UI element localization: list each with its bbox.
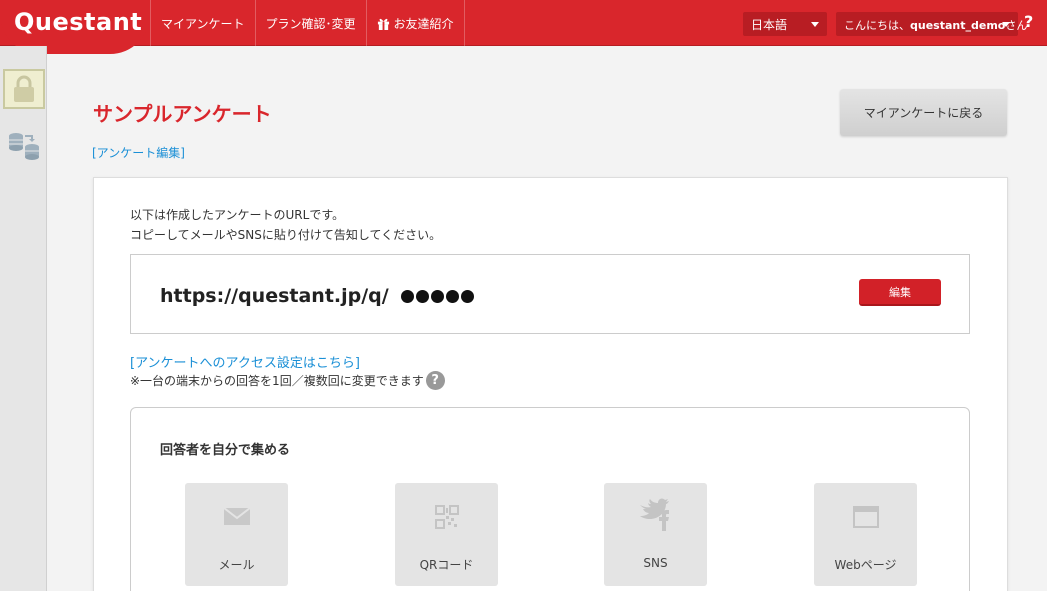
top-bar: マイアンケート プラン確認･変更 お友達紹介 日本語 こんにちは、questan… bbox=[0, 0, 1047, 46]
sidebar bbox=[0, 46, 47, 591]
collect-respondents-box: 回答者を自分で集める メール QRコード SNS Webページ bbox=[130, 407, 970, 591]
question-icon[interactable]: ? bbox=[425, 371, 445, 390]
nav-plan[interactable]: プラン確認･変更 bbox=[254, 0, 366, 46]
response-note: ※一台の端末からの回答を1回／複数回に変更できます ? bbox=[130, 371, 445, 390]
lock-icon bbox=[14, 75, 34, 102]
user-name: questant_demo bbox=[910, 19, 1006, 32]
language-value: 日本語 bbox=[751, 18, 788, 32]
channel-label: QRコード bbox=[419, 558, 474, 572]
nav-my-survey[interactable]: マイアンケート bbox=[150, 0, 255, 46]
intro-line-1: 以下は作成したアンケートのURLです。 bbox=[130, 208, 345, 222]
mail-icon bbox=[222, 507, 251, 525]
user-greeting-prefix: こんにちは、 bbox=[844, 19, 910, 32]
survey-edit-link[interactable]: [アンケート編集] bbox=[92, 144, 185, 161]
channel-label: SNS bbox=[643, 556, 668, 570]
qr-code-icon bbox=[434, 505, 459, 529]
main-nav: マイアンケート プラン確認･変更 お友達紹介 bbox=[150, 0, 465, 46]
channel-label: メール bbox=[218, 558, 255, 572]
chevron-down-icon bbox=[811, 22, 819, 27]
channel-webpage-button[interactable]: Webページ bbox=[814, 483, 917, 586]
back-to-my-survey-button[interactable]: マイアンケートに戻る bbox=[840, 89, 1007, 136]
logo[interactable]: Questant bbox=[14, 8, 142, 36]
url-box: https://questant.jp/q/ 編集 bbox=[130, 254, 970, 334]
chevron-down-icon bbox=[1002, 22, 1010, 27]
page-title: サンプルアンケート bbox=[93, 102, 272, 126]
sidebar-item-database[interactable] bbox=[8, 131, 40, 161]
channel-label: Webページ bbox=[834, 558, 897, 572]
survey-url[interactable]: https://questant.jp/q/ bbox=[160, 285, 475, 307]
nav-referral-label: お友達紹介 bbox=[393, 16, 454, 31]
sidebar-item-lock[interactable] bbox=[3, 69, 45, 109]
intro-line-2: コピーしてメールやSNSに貼り付けて告知してください。 bbox=[130, 228, 442, 242]
intro-text: 以下は作成したアンケートのURLです。 コピーしてメールやSNSに貼り付けて告知… bbox=[130, 205, 441, 245]
channel-mail-button[interactable]: メール bbox=[185, 483, 288, 586]
browser-window-icon bbox=[852, 506, 879, 528]
channel-sns-button[interactable]: SNS bbox=[604, 483, 707, 586]
survey-url-text: https://questant.jp/q/ bbox=[160, 285, 389, 307]
masked-url-id bbox=[401, 290, 475, 303]
url-edit-button[interactable]: 編集 bbox=[859, 279, 941, 306]
collect-title: 回答者を自分で集める bbox=[160, 443, 291, 458]
response-note-text: ※一台の端末からの回答を1回／複数回に変更できます bbox=[130, 374, 424, 388]
language-select[interactable]: 日本語 bbox=[743, 12, 827, 36]
gift-icon bbox=[377, 18, 389, 30]
access-settings-link[interactable]: [アンケートへのアクセス設定はこちら] bbox=[130, 352, 360, 371]
channel-qr-button[interactable]: QRコード bbox=[395, 483, 498, 586]
help-button[interactable]: ? bbox=[1024, 12, 1033, 31]
database-transfer-icon bbox=[9, 133, 39, 160]
twitter-facebook-icon bbox=[639, 498, 669, 531]
user-menu[interactable]: こんにちは、questant_demoさん bbox=[836, 12, 1027, 36]
nav-referral[interactable]: お友達紹介 bbox=[365, 0, 465, 46]
